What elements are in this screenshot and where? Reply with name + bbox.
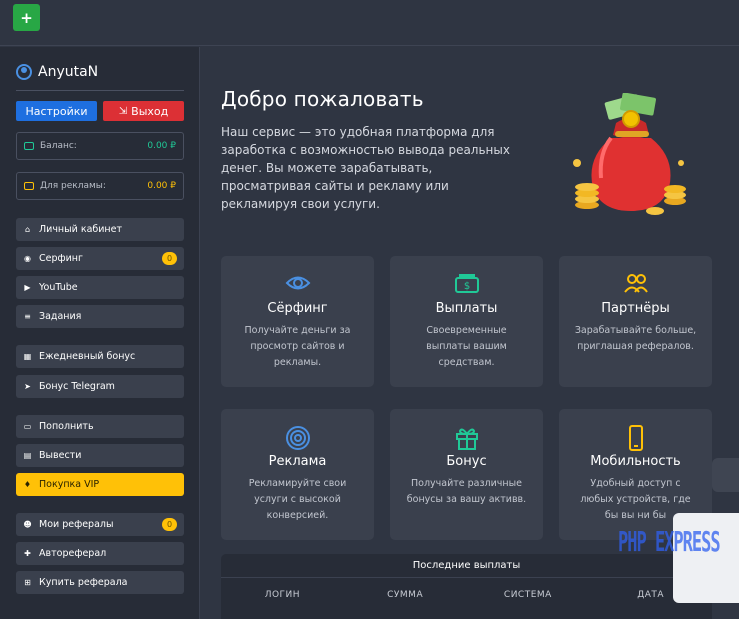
card-title: Мобильность [590, 454, 681, 469]
surfing-count-badge: 0 [162, 252, 177, 265]
menu-label: Серфинг [39, 253, 84, 264]
cart-icon: ⊞ [24, 578, 31, 587]
menu-label: Ежедневный бонус [39, 351, 136, 362]
home-icon: ⌂ [24, 225, 31, 234]
feature-card-partners[interactable]: Партнёры Зарабатывайте больше, приглашая… [559, 256, 712, 387]
sidebar: AnyutaN Настройки ⇲ Выход Баланс: 0.00 ₽… [0, 47, 200, 619]
ads-value: 0.00 ₽ [147, 181, 176, 191]
eye-icon: ◉ [24, 254, 31, 263]
exit-label: Выход [131, 104, 169, 118]
exit-button[interactable]: ⇲ Выход [103, 101, 184, 121]
calendar-icon: ▦ [23, 352, 32, 361]
money-bag-illustration [573, 93, 686, 215]
menu-label: Задания [39, 311, 82, 322]
divider [16, 90, 184, 91]
ad-wallet-icon [24, 182, 34, 190]
feature-card-surfing[interactable]: Сёрфинг Получайте деньги за просмотр сай… [221, 256, 374, 387]
ads-balance-box: Для рекламы: 0.00 ₽ [16, 172, 184, 200]
card-description: Зарабатывайте больше, приглашая реферало… [574, 325, 697, 352]
settings-button[interactable]: Настройки [16, 101, 97, 121]
page-title: Добро пожаловать [221, 87, 424, 111]
wallet-icon [24, 142, 34, 150]
sidebar-item-daily-bonus[interactable]: ▦ Ежедневный бонус [16, 345, 184, 368]
card-title: Партнёры [601, 301, 670, 316]
menu-label: Бонус Telegram [39, 381, 115, 392]
card-title: Бонус [446, 454, 487, 469]
referrals-count-badge: 0 [162, 518, 177, 531]
watermark-text: PHP EXPRESS [618, 527, 721, 559]
user-info[interactable]: AnyutaN [16, 64, 98, 80]
recent-payouts-table: Последние выплаты ЛОГИН СУММА СИСТЕМА ДА… [221, 554, 712, 619]
ads-label: Для рекламы: [40, 181, 106, 191]
menu-label: Пополнить [39, 421, 94, 432]
sidebar-item-deposit[interactable]: ▭ Пополнить [16, 415, 184, 438]
sidebar-item-withdraw[interactable]: ▤ Вывести [16, 444, 184, 467]
card-title: Реклама [268, 454, 327, 469]
feature-card-payouts[interactable]: $ Выплаты Своевременные выплаты вашим ср… [390, 256, 543, 387]
menu-label: Покупка VIP [39, 479, 100, 490]
sidebar-item-buy-referral[interactable]: ⊞ Купить реферала [16, 571, 184, 594]
feature-card-ads[interactable]: Реклама Рекламируйте свои услуги с высок… [221, 409, 374, 540]
menu-label: Мои рефералы [39, 519, 114, 530]
username: AnyutaN [38, 64, 99, 80]
balance-box: Баланс: 0.00 ₽ [16, 132, 184, 160]
sidebar-item-youtube[interactable]: ▶ YouTube [16, 276, 184, 299]
svg-text:$: $ [463, 281, 469, 292]
feature-card-bonus[interactable]: Бонус Получайте различные бонусы за вашу… [390, 409, 543, 540]
diamond-icon: ♦ [23, 480, 32, 489]
column-header-amount: СУММА [387, 590, 424, 600]
card-description: Своевременные выплаты вашим средствам. [426, 325, 507, 368]
users-icon: ☻ [23, 520, 32, 529]
user-icon [16, 64, 32, 80]
column-header-system: СИСТЕМА [503, 590, 552, 600]
card-description: Получайте деньги за просмотр сайтов и ре… [244, 325, 351, 368]
user-plus-icon: ✚ [24, 549, 31, 558]
card-title: Выплаты [435, 301, 498, 316]
plus-button[interactable]: + [13, 4, 40, 31]
withdraw-icon: ▤ [23, 451, 32, 460]
deposit-icon: ▭ [23, 422, 32, 431]
table-header: ЛОГИН СУММА СИСТЕМА ДАТА [221, 578, 712, 600]
target-icon [285, 426, 310, 450]
column-header-login: ЛОГИН [264, 590, 301, 600]
phone-icon [628, 425, 643, 451]
sidebar-item-tasks[interactable]: ≡ Задания [16, 305, 184, 328]
money-icon: $ [454, 274, 479, 293]
menu-label: YouTube [39, 282, 78, 293]
balance-value: 0.00 ₽ [147, 141, 176, 151]
card-title: Сёрфинг [267, 301, 328, 316]
card-description: Получайте различные бонусы за вашу актив… [406, 478, 527, 505]
balance-label: Баланс: [40, 141, 77, 151]
menu-label: Вывести [39, 450, 82, 461]
top-bar: + [0, 0, 739, 46]
menu-label: Купить реферала [39, 577, 128, 588]
welcome-description: Наш сервис — это удобная платформа для з… [221, 125, 510, 211]
sidebar-item-my-referrals[interactable]: ☻ Мои рефералы 0 [16, 513, 184, 536]
sidebar-item-cabinet[interactable]: ⌂ Личный кабинет [16, 218, 184, 241]
menu-label: Личный кабинет [39, 224, 123, 235]
card-description: Рекламируйте свои услуги с высокой конве… [248, 478, 347, 521]
sidebar-item-buy-vip[interactable]: ♦ Покупка VIP [16, 473, 184, 496]
menu-label: Автореферал [39, 548, 107, 559]
telegram-icon: ➤ [24, 382, 31, 391]
sidebar-item-telegram-bonus[interactable]: ➤ Бонус Telegram [16, 375, 184, 398]
side-widget-tab[interactable] [712, 458, 739, 492]
gift-icon [455, 428, 478, 450]
logout-icon: ⇲ [118, 105, 128, 117]
eye-icon [285, 276, 310, 290]
youtube-icon: ▶ [24, 283, 31, 292]
sidebar-item-surfing[interactable]: ◉ Серфинг 0 [16, 247, 184, 270]
sidebar-item-autoreferral[interactable]: ✚ Автореферал [16, 542, 184, 565]
users-icon [623, 274, 648, 293]
list-icon: ≡ [24, 312, 31, 321]
